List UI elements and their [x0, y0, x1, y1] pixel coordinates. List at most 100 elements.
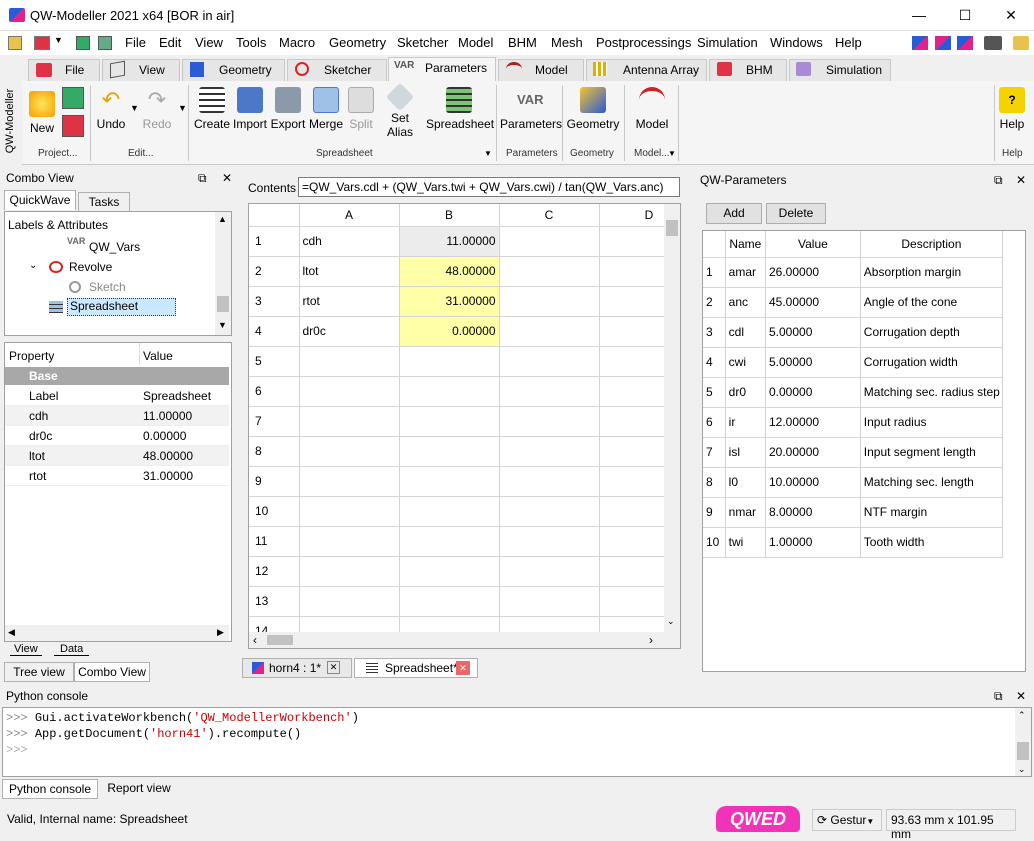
- menu-mesh[interactable]: Mesh: [551, 35, 583, 50]
- import-button[interactable]: Import: [232, 85, 268, 131]
- param-row[interactable]: 3 cdl 5.00000 Corrugation depth: [703, 317, 1004, 348]
- float-icon[interactable]: ⧉: [994, 170, 1003, 190]
- cell-c[interactable]: [499, 556, 600, 587]
- model-button[interactable]: Model: [630, 85, 674, 131]
- menu-edit[interactable]: Edit: [159, 35, 181, 50]
- param-value[interactable]: 5.00000: [765, 347, 861, 378]
- param-row[interactable]: 1 amar 26.00000 Absorption margin: [703, 257, 1004, 288]
- param-name[interactable]: amar: [725, 257, 767, 288]
- contents-input[interactable]: =QW_Vars.cdl + (QW_Vars.twi + QW_Vars.cw…: [298, 177, 680, 197]
- toolbar-icon-1[interactable]: [912, 36, 928, 50]
- property-row[interactable]: Label Spreadsheet: [5, 386, 229, 406]
- tab-report-view[interactable]: Report view: [98, 779, 180, 799]
- tab-view-prop[interactable]: View: [10, 643, 42, 656]
- model-group-label[interactable]: Model...: [634, 148, 670, 159]
- param-description[interactable]: Input radius: [860, 407, 1004, 438]
- tree-item-spreadsheet[interactable]: Spreadsheet: [67, 298, 176, 316]
- cell-c[interactable]: [499, 436, 600, 467]
- new-button[interactable]: New: [28, 89, 56, 135]
- description-header[interactable]: Description: [860, 231, 1004, 258]
- param-value[interactable]: 1.00000: [765, 527, 861, 558]
- menu-model[interactable]: Model: [458, 35, 493, 50]
- prop-hscroll[interactable]: ◀ ▶: [5, 625, 229, 641]
- row-header[interactable]: 1: [249, 226, 300, 257]
- help-button[interactable]: ? Help: [996, 85, 1028, 131]
- project-group-label[interactable]: Project...: [38, 148, 77, 159]
- cell-c[interactable]: [499, 496, 600, 527]
- cell-b[interactable]: [399, 556, 500, 587]
- row-header[interactable]: 9: [249, 466, 300, 497]
- cell-c[interactable]: [499, 286, 600, 317]
- column-header-b[interactable]: B: [399, 204, 500, 227]
- cell-c[interactable]: [499, 526, 600, 557]
- scroll-down-icon[interactable]: ⌄: [1018, 762, 1026, 778]
- minimize-button[interactable]: —: [896, 0, 942, 31]
- cell-b[interactable]: [399, 346, 500, 377]
- param-name[interactable]: l0: [725, 467, 767, 498]
- menu-geometry[interactable]: Geometry: [329, 35, 386, 50]
- menu-macro[interactable]: Macro: [279, 35, 315, 50]
- tab-tasks[interactable]: Tasks: [78, 192, 130, 212]
- cell-a[interactable]: [299, 526, 400, 557]
- scroll-thumb[interactable]: [1017, 742, 1029, 760]
- param-name[interactable]: ir: [725, 407, 767, 438]
- cell-a[interactable]: [299, 496, 400, 527]
- float-icon[interactable]: ⧉: [994, 686, 1003, 706]
- redo-button[interactable]: ↷ Redo: [142, 85, 172, 131]
- menu-sketcher[interactable]: Sketcher: [397, 35, 448, 50]
- row-header[interactable]: 10: [249, 496, 300, 527]
- cell-b[interactable]: 11.00000: [399, 226, 500, 257]
- param-name[interactable]: nmar: [725, 497, 767, 528]
- row-header[interactable]: 7: [249, 406, 300, 437]
- save-icon[interactable]: [76, 36, 90, 50]
- menu-help[interactable]: Help: [835, 35, 862, 50]
- param-value[interactable]: 20.00000: [765, 437, 861, 468]
- param-description[interactable]: Absorption margin: [860, 257, 1004, 288]
- param-name[interactable]: dr0: [725, 377, 767, 408]
- cell-b[interactable]: [399, 406, 500, 437]
- save-as-icon[interactable]: [98, 36, 112, 50]
- param-name[interactable]: cdl: [725, 317, 767, 348]
- scroll-left-icon[interactable]: ‹: [253, 633, 257, 647]
- save-icon-large[interactable]: [62, 87, 84, 109]
- param-name[interactable]: cwi: [725, 347, 767, 378]
- param-row[interactable]: 5 dr0 0.00000 Matching sec. radius step: [703, 377, 1004, 408]
- param-value[interactable]: 10.00000: [765, 467, 861, 498]
- chevron-down-icon[interactable]: ⌄: [29, 260, 37, 271]
- row-header[interactable]: 11: [249, 526, 300, 557]
- open-icon[interactable]: [34, 36, 50, 50]
- merge-button[interactable]: Merge: [308, 85, 344, 131]
- param-row[interactable]: 10 twi 1.00000 Tooth width: [703, 527, 1004, 558]
- property-row[interactable]: dr0c 0.00000: [5, 426, 229, 446]
- param-name[interactable]: anc: [725, 287, 767, 318]
- toolbar-icon-3[interactable]: [957, 36, 973, 50]
- menu-tools[interactable]: Tools: [236, 35, 266, 50]
- param-description[interactable]: Corrugation depth: [860, 317, 1004, 348]
- property-row[interactable]: rtot 31.00000: [5, 466, 229, 486]
- cell-b[interactable]: [399, 376, 500, 407]
- param-value[interactable]: 45.00000: [765, 287, 861, 318]
- spreadsheet-button[interactable]: Spreadsheet: [426, 85, 494, 131]
- split-button[interactable]: Split: [346, 85, 376, 131]
- cell-c[interactable]: [499, 376, 600, 407]
- property-row[interactable]: ltot 48.00000: [5, 446, 229, 466]
- set-alias-button[interactable]: Set Alias: [378, 82, 422, 139]
- row-header[interactable]: 12: [249, 556, 300, 587]
- param-value[interactable]: 0.00000: [765, 377, 861, 408]
- close-tab-icon[interactable]: ✕: [456, 661, 470, 675]
- tab-quickwave[interactable]: QuickWave: [4, 190, 76, 210]
- cell-c[interactable]: [499, 256, 600, 287]
- tab-data-prop[interactable]: Data: [54, 643, 90, 656]
- cell-c[interactable]: [499, 346, 600, 377]
- cell-c[interactable]: [499, 316, 600, 347]
- float-icon[interactable]: ⧉: [198, 168, 207, 188]
- scroll-right-icon[interactable]: ›: [649, 633, 653, 647]
- cell-a[interactable]: cdh: [299, 226, 400, 257]
- scroll-thumb[interactable]: [666, 220, 678, 236]
- param-value[interactable]: 26.00000: [765, 257, 861, 288]
- cell-a[interactable]: [299, 436, 400, 467]
- param-description[interactable]: Matching sec. length: [860, 467, 1004, 498]
- export-button[interactable]: Export: [270, 85, 306, 131]
- undo-dropdown-icon[interactable]: ▼: [130, 103, 139, 113]
- add-button[interactable]: Add: [706, 203, 762, 224]
